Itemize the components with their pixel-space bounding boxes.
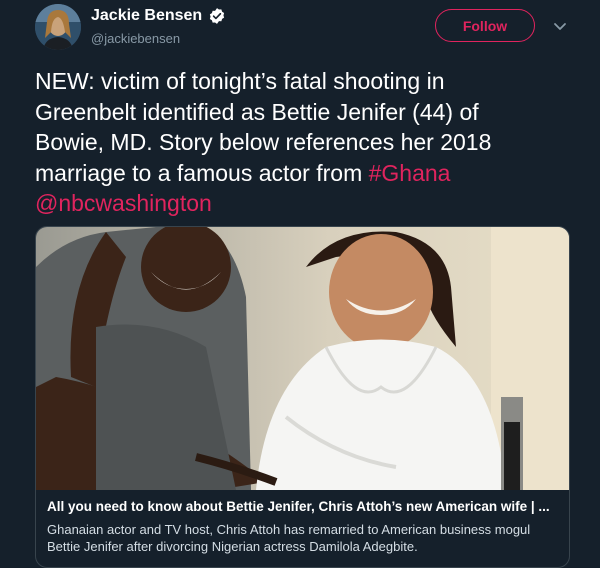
card-description: Ghanaian actor and TV host, Chris Attoh …: [47, 522, 531, 554]
user-handle[interactable]: @jackiebensen: [91, 31, 180, 46]
tweet-text-line: Greenbelt identified as Bettie Jenifer (…: [35, 98, 479, 125]
card-photo: [36, 227, 569, 490]
tweet-text: NEW: victim of tonight’s fatal shooting …: [35, 66, 575, 219]
verified-badge-icon: [208, 7, 226, 25]
user-name-row[interactable]: Jackie Bensen: [91, 7, 226, 25]
avatar[interactable]: [35, 4, 81, 50]
chevron-down-icon[interactable]: [552, 18, 568, 34]
tweet-text-line: marriage to a famous actor from: [35, 159, 369, 186]
tweet-text-line: Bowie, MD. Story below references her 20…: [35, 129, 492, 155]
user-name[interactable]: Jackie Bensen: [91, 7, 202, 25]
mention-link[interactable]: @nbcwashington: [35, 190, 212, 216]
link-preview-card[interactable]: All you need to know about Bettie Jenife…: [35, 226, 570, 568]
tweet-text-line-with-hashtag: marriage to a famous actor from #Ghana: [35, 158, 575, 189]
tweet-text-line: NEW: victim of tonight’s fatal shooting …: [35, 68, 445, 94]
card-title[interactable]: All you need to know about Bettie Jenife…: [47, 499, 562, 514]
avatar-image: [35, 4, 81, 50]
follow-button[interactable]: Follow: [435, 9, 535, 42]
card-image[interactable]: [36, 227, 569, 490]
hashtag-link[interactable]: #Ghana: [369, 160, 451, 186]
